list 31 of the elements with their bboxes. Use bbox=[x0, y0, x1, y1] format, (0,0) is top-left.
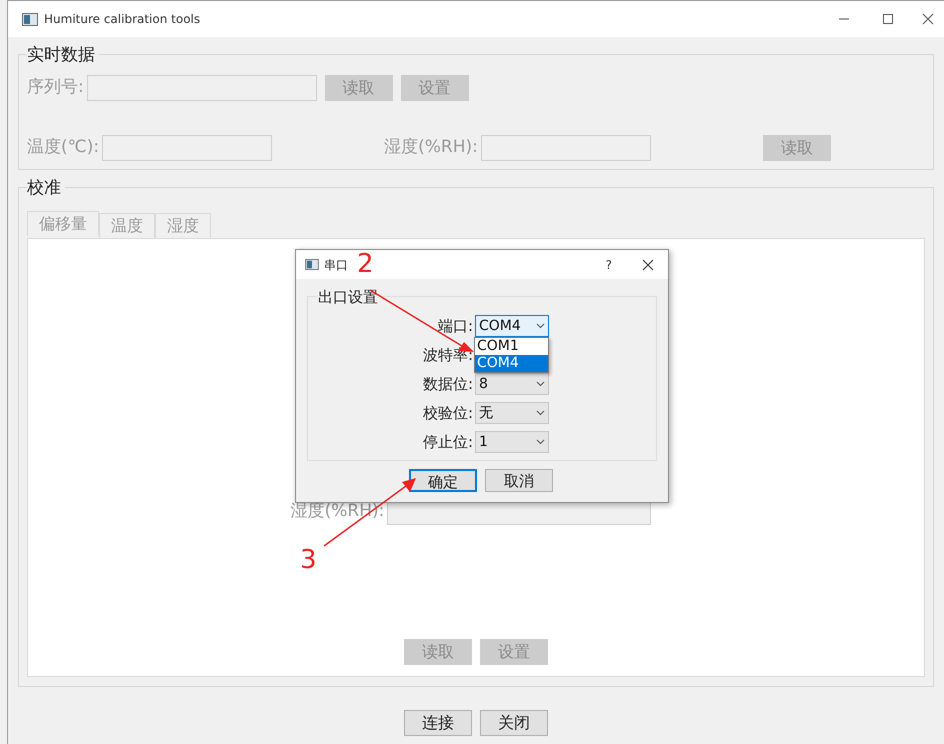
field-label: 序列号: bbox=[27, 76, 84, 100]
field-label: 温度(℃): bbox=[27, 136, 100, 160]
chevron-icon bbox=[536, 381, 545, 387]
app-icon bbox=[22, 12, 38, 26]
maximize-icon[interactable] bbox=[882, 13, 894, 25]
field-label: 停止位: bbox=[422, 432, 473, 453]
field-label: 端口: bbox=[438, 316, 473, 337]
action-button[interactable]: 关闭 bbox=[480, 710, 548, 736]
combo-box[interactable]: COM4 bbox=[475, 315, 549, 337]
dropdown-option[interactable]: COM1 bbox=[475, 338, 548, 355]
dialog-button[interactable]: 取消 bbox=[485, 469, 553, 492]
chevron-icon bbox=[536, 410, 545, 416]
window-title: Humiture calibration tools bbox=[44, 11, 200, 28]
field-label: 湿度(%RH): bbox=[384, 136, 478, 160]
chevron-icon bbox=[536, 323, 545, 329]
field-label: 数据位: bbox=[422, 374, 473, 395]
close-icon[interactable] bbox=[642, 258, 654, 270]
field-label: 校验位: bbox=[422, 402, 473, 424]
dialog-button[interactable]: 确定 bbox=[409, 469, 477, 492]
dropdown-option[interactable]: COM4 bbox=[475, 355, 548, 372]
action-button[interactable]: 连接 bbox=[404, 710, 472, 736]
close-icon[interactable] bbox=[922, 13, 934, 25]
step-number: 3 bbox=[300, 546, 317, 574]
chevron-icon bbox=[536, 439, 545, 445]
step-number: 2 bbox=[357, 250, 374, 278]
combo-box[interactable]: 1 bbox=[475, 431, 549, 453]
help-button[interactable]: ? bbox=[606, 256, 612, 274]
combo-box[interactable]: 8 bbox=[475, 373, 549, 395]
combo-box[interactable]: 无 bbox=[475, 402, 549, 424]
app-icon bbox=[305, 259, 319, 270]
dialog-title: 串口 bbox=[324, 256, 348, 274]
